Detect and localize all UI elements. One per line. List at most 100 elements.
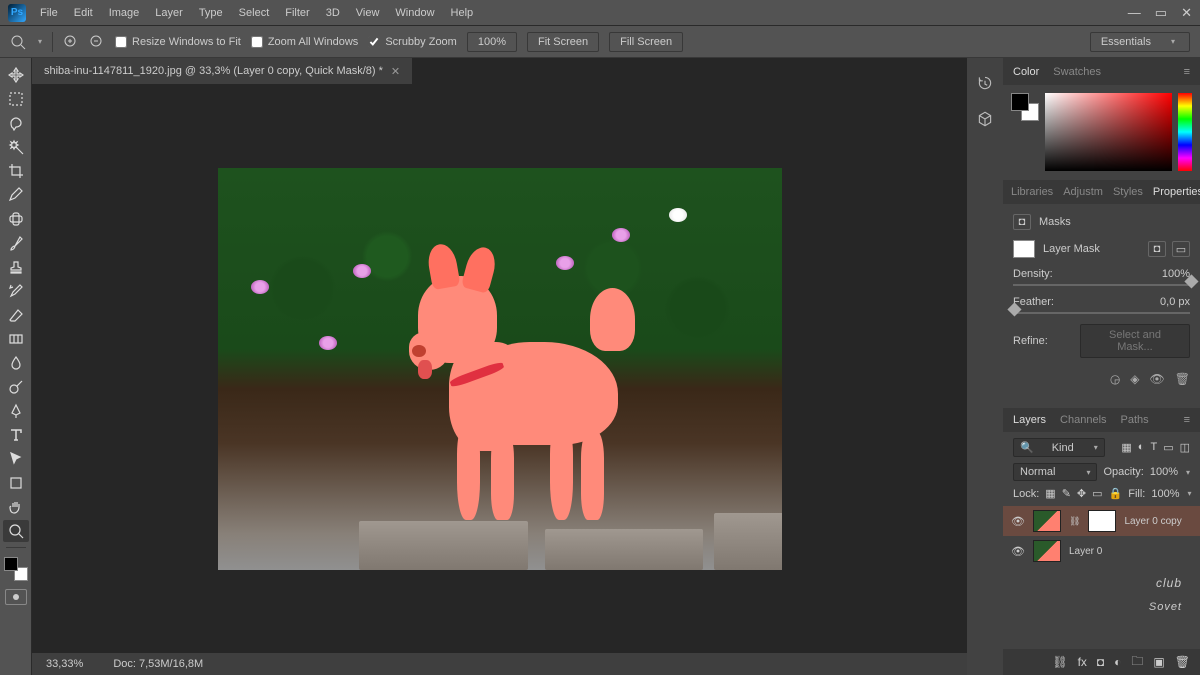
select-and-mask-button[interactable]: Select and Mask... <box>1080 324 1190 358</box>
zoom-100-button[interactable]: 100% <box>467 32 517 52</box>
menu-help[interactable]: Help <box>451 7 474 19</box>
lasso-tool[interactable] <box>3 112 29 134</box>
color-field[interactable] <box>1045 93 1172 171</box>
crop-tool[interactable] <box>3 160 29 182</box>
scrubby-zoom-option[interactable]: Scrubby Zoom <box>368 36 457 48</box>
type-tool[interactable] <box>3 424 29 446</box>
layer-row[interactable]: 👁 ⛓ Layer 0 copy <box>1003 506 1200 536</box>
stamp-tool[interactable] <box>3 256 29 278</box>
maximize-icon[interactable]: ▭ <box>1155 5 1167 21</box>
lock-artboard-icon[interactable]: ▭ <box>1092 487 1102 500</box>
fill-screen-button[interactable]: Fill Screen <box>609 32 683 52</box>
wand-tool[interactable] <box>3 136 29 158</box>
dock-history-icon[interactable] <box>974 72 996 94</box>
tab-properties[interactable]: Properties <box>1153 186 1200 198</box>
zoom-all-option[interactable]: Zoom All Windows <box>251 36 358 48</box>
current-tool-icon[interactable] <box>10 34 26 50</box>
path-select-tool[interactable] <box>3 448 29 470</box>
close-icon[interactable]: ✕ <box>1181 5 1192 21</box>
minimize-icon[interactable]: — <box>1128 5 1141 21</box>
filter-shape-icon[interactable]: ▭ <box>1163 441 1173 454</box>
gradient-tool[interactable] <box>3 328 29 350</box>
menu-image[interactable]: Image <box>109 7 140 19</box>
layer-fx-icon[interactable]: fx <box>1078 655 1087 669</box>
canvas-viewport[interactable] <box>32 84 967 653</box>
tool-preset-dropdown[interactable]: ▾ <box>38 37 42 46</box>
fill-value[interactable]: 100% <box>1151 488 1179 500</box>
menu-type[interactable]: Type <box>199 7 223 19</box>
healing-tool[interactable] <box>3 208 29 230</box>
delete-mask-icon[interactable]: 🗑 <box>1175 372 1190 386</box>
visibility-toggle-icon[interactable]: 👁 <box>1011 515 1025 528</box>
pen-tool[interactable] <box>3 400 29 422</box>
color-swatches[interactable] <box>4 557 28 581</box>
lock-pixels-icon[interactable]: ✎ <box>1062 487 1071 500</box>
workspace-selector[interactable]: Essentials▾ <box>1090 32 1190 52</box>
eraser-tool[interactable] <box>3 304 29 326</box>
lock-all-icon[interactable]: 🔒 <box>1109 487 1123 500</box>
hand-tool[interactable] <box>3 496 29 518</box>
color-picker-swatches[interactable] <box>1011 93 1039 121</box>
menu-layer[interactable]: Layer <box>155 7 183 19</box>
opacity-value[interactable]: 100% <box>1150 466 1178 478</box>
new-group-icon[interactable]: 🗀 <box>1131 652 1143 673</box>
tab-libraries[interactable]: Libraries <box>1011 186 1053 198</box>
pixel-mask-icon[interactable]: ◘ <box>1148 241 1166 257</box>
link-layers-icon[interactable]: ⛓ <box>1052 655 1067 669</box>
density-slider[interactable]: Density:100% <box>1013 268 1190 286</box>
menu-file[interactable]: File <box>40 7 58 19</box>
history-brush-tool[interactable] <box>3 280 29 302</box>
lock-transparency-icon[interactable]: ▦ <box>1045 487 1055 500</box>
delete-layer-icon[interactable]: 🗑 <box>1175 655 1190 669</box>
filter-type-icon[interactable]: T <box>1150 441 1157 454</box>
tab-paths[interactable]: Paths <box>1121 414 1149 426</box>
filter-adjust-icon[interactable]: ◐ <box>1138 441 1145 454</box>
move-tool[interactable] <box>3 64 29 86</box>
new-adjustment-icon[interactable]: ◐ <box>1114 655 1121 669</box>
menu-filter[interactable]: Filter <box>285 7 309 19</box>
tab-styles[interactable]: Styles <box>1113 186 1143 198</box>
brush-tool[interactable] <box>3 232 29 254</box>
doc-info[interactable]: Doc: 7,53M/16,8M <box>113 658 203 670</box>
mask-link-icon[interactable]: ⛓ <box>1069 516 1080 527</box>
add-mask-icon[interactable]: ◘ <box>1097 655 1104 669</box>
menu-view[interactable]: View <box>356 7 380 19</box>
close-tab-icon[interactable]: ✕ <box>391 65 400 78</box>
tab-layers[interactable]: Layers <box>1013 414 1046 426</box>
quick-mask-toggle[interactable] <box>5 589 27 605</box>
zoom-status[interactable]: 33,33% <box>46 658 83 670</box>
dock-3d-icon[interactable] <box>974 108 996 130</box>
marquee-tool[interactable] <box>3 88 29 110</box>
menu-edit[interactable]: Edit <box>74 7 93 19</box>
blend-mode-select[interactable]: Normal▾ <box>1013 463 1097 481</box>
resize-windows-option[interactable]: Resize Windows to Fit <box>115 36 241 48</box>
layer-filter-kind[interactable]: 🔍 Kind▾ <box>1013 438 1105 457</box>
layer-name[interactable]: Layer 0 <box>1069 546 1102 557</box>
zoom-in-icon[interactable] <box>63 34 79 50</box>
zoom-out-icon[interactable] <box>89 34 105 50</box>
shape-tool[interactable] <box>3 472 29 494</box>
layer-name[interactable]: Layer 0 copy <box>1124 516 1181 527</box>
fit-screen-button[interactable]: Fit Screen <box>527 32 599 52</box>
menu-3d[interactable]: 3D <box>326 7 340 19</box>
feather-slider[interactable]: Feather:0,0 px <box>1013 296 1190 314</box>
disable-mask-icon[interactable]: 👁 <box>1150 372 1165 386</box>
apply-mask-icon[interactable]: ◈ <box>1130 372 1139 386</box>
layer-thumbnail[interactable] <box>1033 510 1061 532</box>
layer-row[interactable]: 👁 Layer 0 <box>1003 536 1200 566</box>
panel-menu-icon[interactable]: ≡ <box>1184 414 1190 426</box>
tab-swatches[interactable]: Swatches <box>1053 66 1101 78</box>
menu-window[interactable]: Window <box>395 7 434 19</box>
layer-mask-thumbnail[interactable] <box>1088 510 1116 532</box>
lock-position-icon[interactable]: ✥ <box>1077 487 1086 500</box>
mask-thumbnail[interactable] <box>1013 240 1035 258</box>
zoom-tool[interactable] <box>3 520 29 542</box>
filter-pixel-icon[interactable]: ▦ <box>1121 441 1131 454</box>
menu-select[interactable]: Select <box>239 7 270 19</box>
new-layer-icon[interactable]: ▣ <box>1153 655 1164 669</box>
dodge-tool[interactable] <box>3 376 29 398</box>
load-selection-icon[interactable]: ◶ <box>1110 372 1120 386</box>
filter-smart-icon[interactable]: ◫ <box>1180 441 1190 454</box>
layer-thumbnail[interactable] <box>1033 540 1061 562</box>
blur-tool[interactable] <box>3 352 29 374</box>
